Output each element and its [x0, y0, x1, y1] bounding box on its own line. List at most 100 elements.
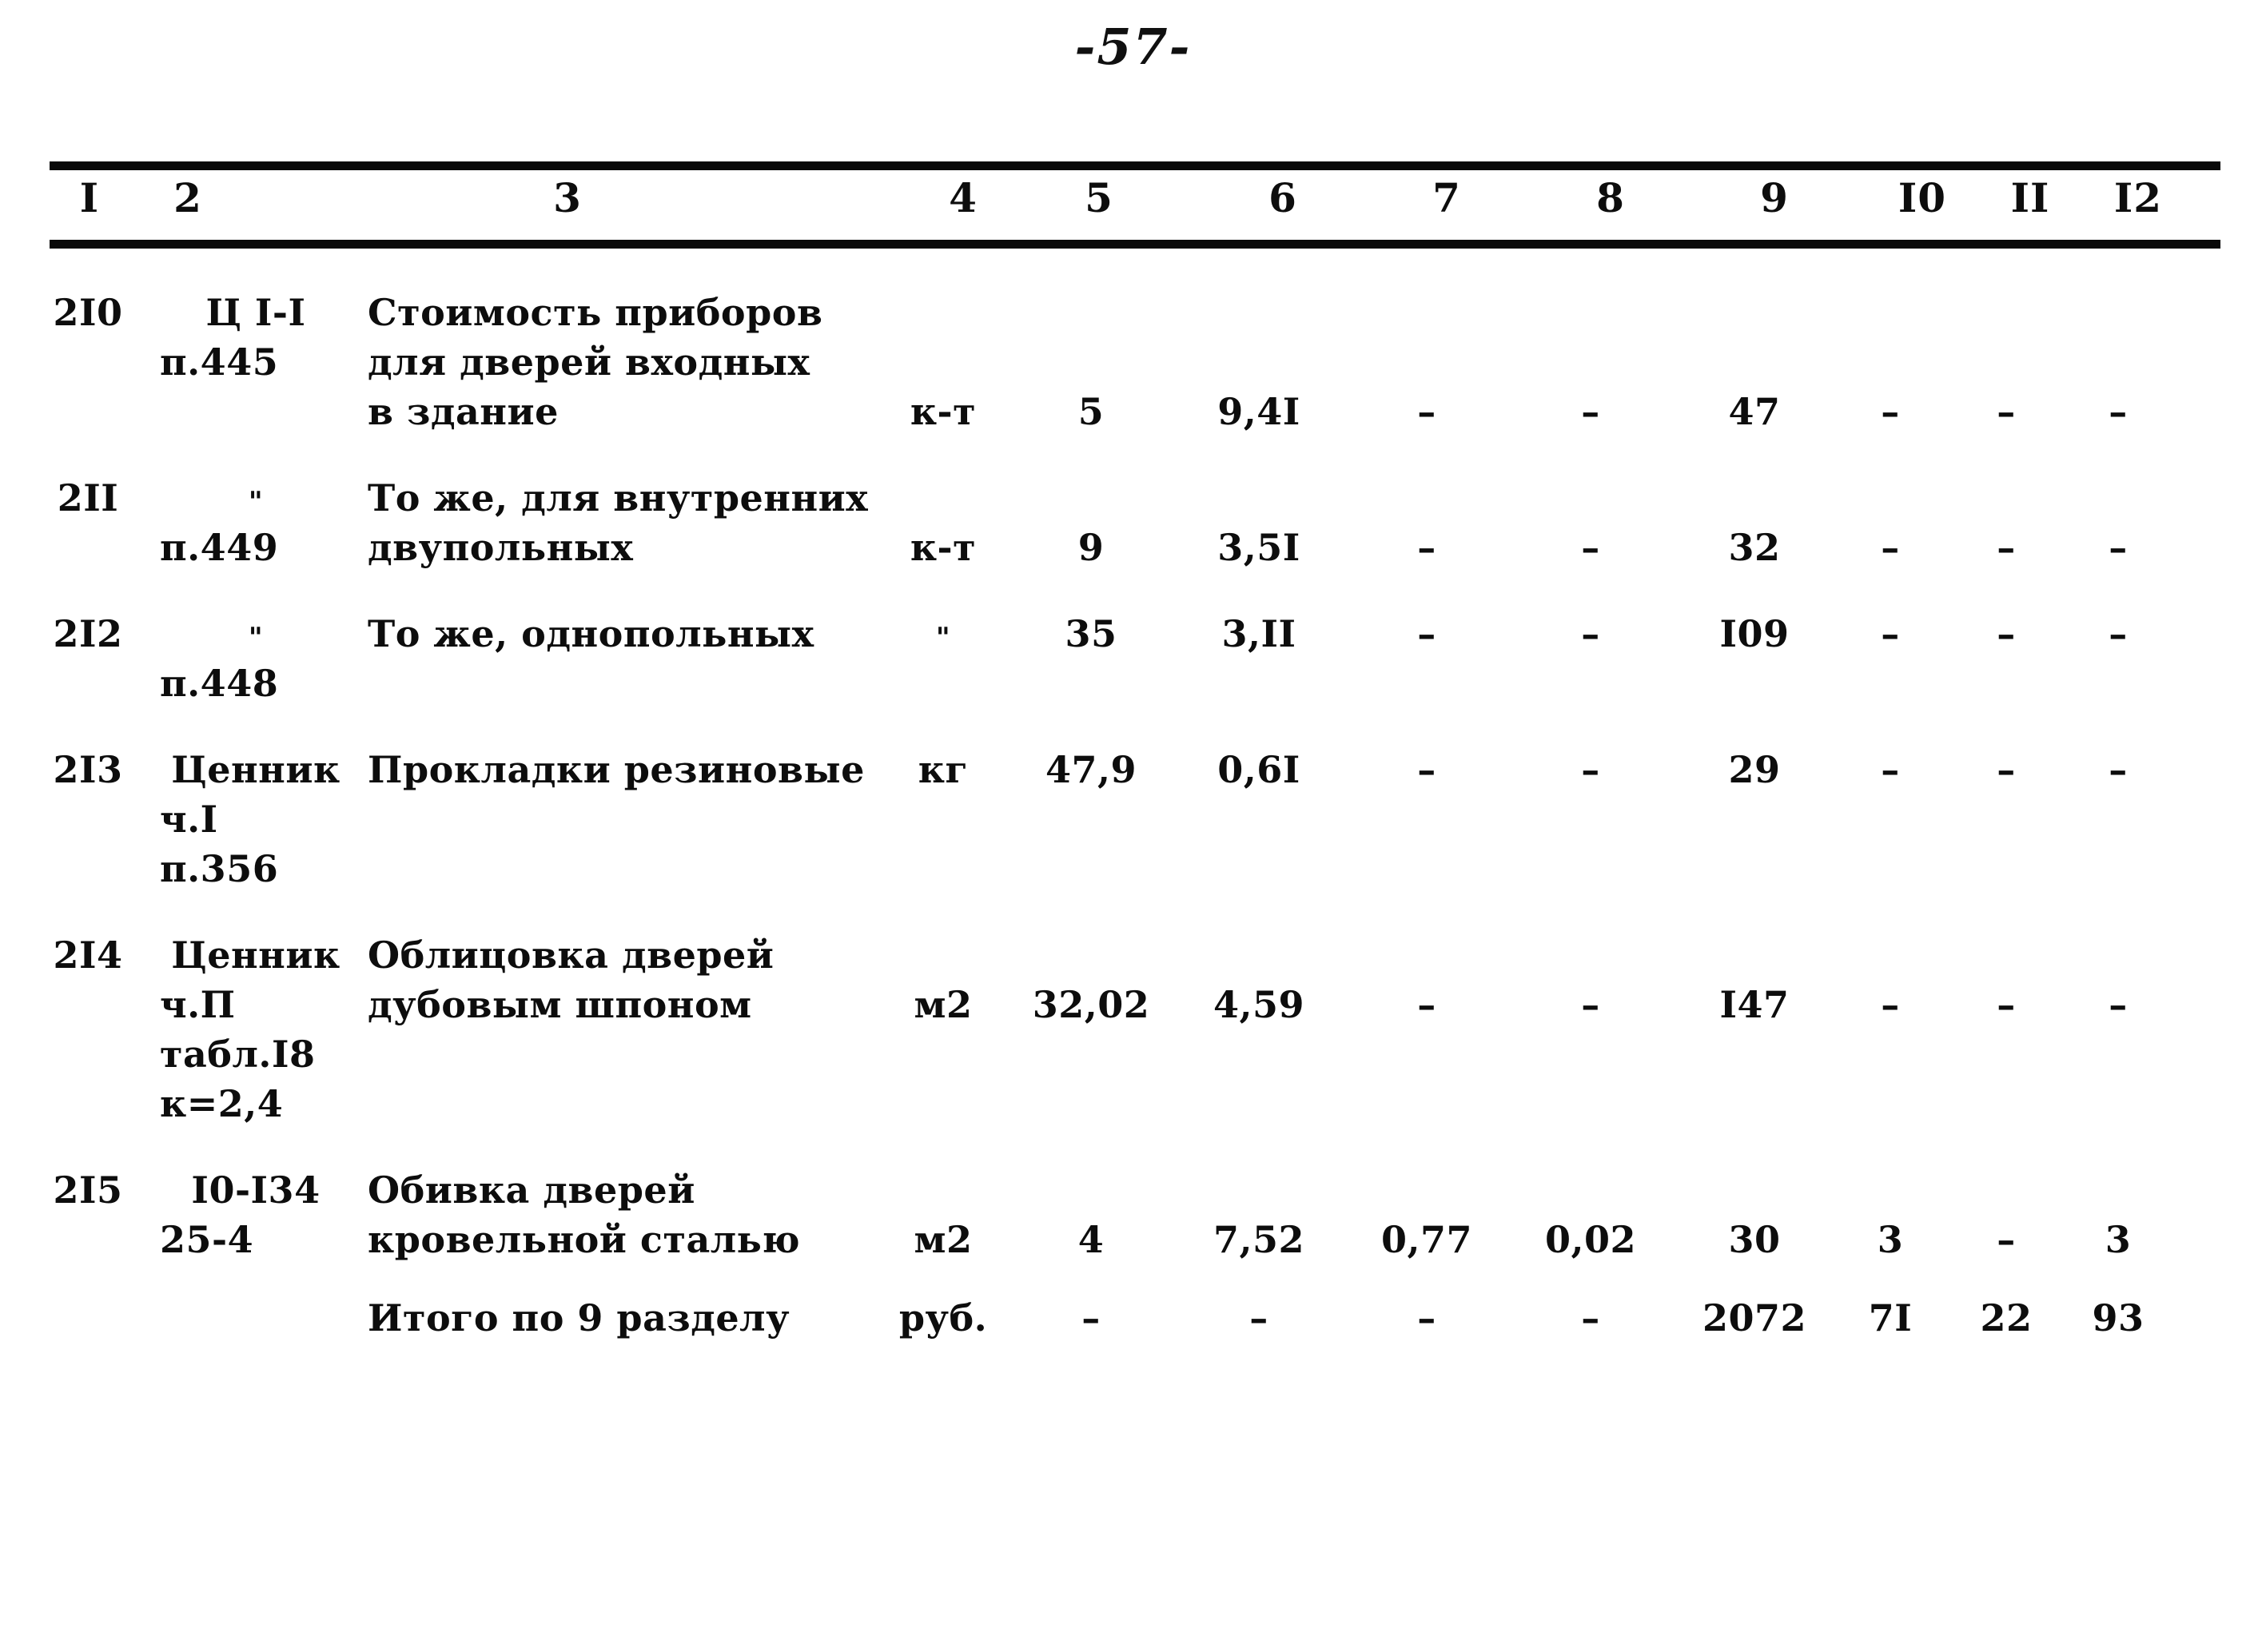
row-col7-cell: – [1417, 526, 1436, 569]
table-row: 2I2 " п.448 То же, однопольных " 35 3,II – – I09 –… [0, 609, 2266, 745]
row-col10-cell: – [1881, 526, 1900, 569]
row-description-line: Обивка дверей [368, 1168, 695, 1212]
row-number-cell: 2I5 [53, 1168, 123, 1212]
row-col9-cell: 32 [1728, 526, 1781, 569]
row-col11-cell: – [1997, 526, 2016, 569]
row-number-cell: 2I4 [53, 933, 123, 977]
row-code-line: Ценник [171, 748, 340, 791]
row-quantity-cell: – [1081, 1296, 1101, 1340]
column-header-11: II [2010, 174, 2050, 221]
row-unit-cell: к-т [910, 526, 977, 569]
row-unit-cell: кг [918, 748, 969, 791]
ditto-mark-icon: " [248, 622, 264, 654]
row-col10-cell: – [1881, 748, 1900, 791]
row-code-line: " [152, 473, 360, 527]
column-header-6: 6 [1268, 174, 1297, 221]
row-col12-cell: – [2109, 390, 2128, 433]
table-row: 2I3 Ценник ч.I п.356 Прокладки резиновые кг 47… [0, 745, 2266, 930]
row-code-line: Ценник [171, 933, 340, 977]
row-quantity-cell: 4 [1077, 1218, 1105, 1261]
row-unit-price-cell: 3,II [1221, 612, 1296, 655]
row-col12-cell: – [2109, 983, 2128, 1026]
column-header-7: 7 [1432, 174, 1461, 221]
row-col10-cell: – [1881, 983, 1900, 1026]
row-col12-cell: 3 [2105, 1218, 2132, 1261]
row-col8-cell: – [1581, 390, 1600, 433]
row-quantity-cell: 9 [1077, 526, 1105, 569]
row-col11-cell: – [1997, 1218, 2016, 1261]
table-header-rule [50, 240, 2220, 249]
row-quantity-cell: 35 [1065, 612, 1117, 655]
row-description-line: Облицовка дверей [368, 933, 775, 977]
row-col12-cell: – [2109, 612, 2128, 655]
row-col11-cell: – [1997, 390, 2016, 433]
page-number: -57- [1074, 18, 1192, 76]
table-row: 2I5 I0-I34 25-4 Обивка дверей кровельной ста… [0, 1165, 2266, 1293]
row-number-cell: 2II [57, 476, 119, 519]
row-code-line: п.356 [160, 847, 279, 890]
column-header-5: 5 [1085, 174, 1113, 221]
row-unit-price-cell: 9,4I [1217, 390, 1300, 433]
row-col11-cell: – [1997, 983, 2016, 1026]
row-unit-price-cell: – [1249, 1296, 1268, 1340]
row-unit-price-cell: 4,59 [1213, 983, 1305, 1026]
row-col7-cell: 0,77 [1380, 1218, 1473, 1261]
column-header-10: I0 [1898, 174, 1947, 221]
row-col9-cell: 30 [1728, 1218, 1781, 1261]
row-col7-cell: – [1417, 612, 1436, 655]
column-header-12: I2 [2113, 174, 2163, 221]
row-code-line: ч.П [160, 983, 236, 1026]
row-description-line: для дверей входных [368, 340, 810, 384]
row-description-line: Стоимость приборов [368, 291, 823, 334]
row-code-line: табл.I8 [160, 1033, 316, 1076]
row-col8-cell: – [1581, 983, 1600, 1026]
row-col9-cell: 47 [1728, 390, 1781, 433]
row-description-line: То же, однопольных [368, 612, 814, 655]
row-unit-cell: руб. [898, 1296, 988, 1340]
row-description-line: кровельной сталью [368, 1218, 801, 1261]
column-header-1: I [79, 174, 100, 221]
column-header-2: 2 [173, 174, 202, 221]
row-description-line: Прокладки резиновые [368, 748, 865, 791]
row-description-line: То же, для внутренних [368, 476, 869, 519]
row-unit-cell: м2 [914, 1218, 973, 1261]
row-code-line: " [152, 609, 360, 663]
table-body: 2I0 Ц I-I п.445 Стоимость приборов для двере… [0, 288, 2266, 1343]
row-unit-cell: " [871, 609, 1015, 663]
row-unit-price-cell: 7,52 [1213, 1218, 1305, 1261]
row-col11-cell: – [1997, 748, 2016, 791]
ditto-mark-icon: " [935, 622, 951, 654]
row-col9-cell: I47 [1719, 983, 1790, 1026]
row-code-line: 25-4 [160, 1218, 254, 1261]
row-description-line: Итого по 9 разделу [368, 1296, 791, 1340]
row-code-line: Ц I-I [205, 291, 306, 334]
row-col9-cell: 29 [1728, 748, 1781, 791]
row-col10-cell: – [1881, 612, 1900, 655]
row-code-line: ч.I [160, 798, 218, 841]
row-col8-cell: – [1581, 1296, 1600, 1340]
table-row: 2II " п.449 То же, для внутренних двупольных… [0, 473, 2266, 609]
row-col12-cell: 93 [2092, 1296, 2145, 1340]
row-quantity-cell: 5 [1077, 390, 1105, 433]
row-unit-price-cell: 3,5I [1217, 526, 1300, 569]
row-col8-cell: – [1581, 612, 1600, 655]
row-col10-cell: 7I [1868, 1296, 1913, 1340]
row-code-line: I0-I34 [191, 1168, 321, 1212]
row-description-line: двупольных [368, 526, 634, 569]
row-col8-cell: – [1581, 748, 1600, 791]
row-number-cell: 2I3 [53, 748, 123, 791]
ditto-mark-icon: " [248, 486, 264, 518]
row-col8-cell: – [1581, 526, 1600, 569]
row-col7-cell: – [1417, 390, 1436, 433]
column-header-4: 4 [949, 174, 978, 221]
row-col11-cell: – [1997, 612, 2016, 655]
table-row: 2I4 Ценник ч.П табл.I8 к=2,4 Облицовка дверей… [0, 930, 2266, 1165]
row-col10-cell: – [1881, 390, 1900, 433]
row-col7-cell: – [1417, 1296, 1436, 1340]
row-col9-cell: I09 [1719, 612, 1790, 655]
row-col7-cell: – [1417, 748, 1436, 791]
column-header-8: 8 [1596, 174, 1625, 221]
row-quantity-cell: 47,9 [1045, 748, 1137, 791]
row-description-line: в здание [368, 390, 559, 433]
table-row: Итого по 9 разделу руб. – – – – 2072 7I 22 93 [0, 1293, 2266, 1343]
